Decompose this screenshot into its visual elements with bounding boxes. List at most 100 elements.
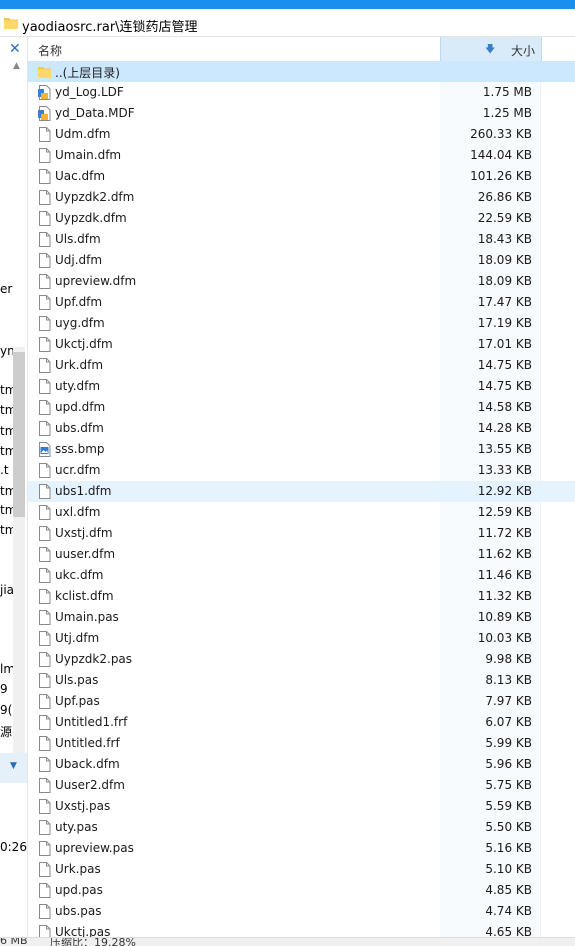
file-icon: [38, 127, 51, 142]
parent-directory-row[interactable]: ..(上层目录): [28, 61, 575, 82]
file-row[interactable]: Urk.dfm 14.75 KB: [28, 355, 575, 376]
file-name: Uuser2.dfm: [55, 778, 125, 792]
file-row[interactable]: ubs.dfm 14.28 KB: [28, 418, 575, 439]
file-icon: [38, 505, 51, 520]
close-icon[interactable]: ✕: [9, 41, 21, 57]
file-list[interactable]: ..(上层目录) yd_Log.LDF 1.75 MB yd_Data.MDF 1.25…: [28, 61, 575, 943]
file-row[interactable]: upreview.pas 5.16 KB: [28, 838, 575, 859]
file-row[interactable]: Udj.dfm 18.09 KB: [28, 250, 575, 271]
file-row[interactable]: yd_Log.LDF 1.75 MB: [28, 82, 575, 103]
file-name: sss.bmp: [55, 442, 105, 456]
file-row[interactable]: upreview.dfm 18.09 KB: [28, 271, 575, 292]
file-row[interactable]: Umain.dfm 144.04 KB: [28, 145, 575, 166]
file-row[interactable]: ucr.dfm 13.33 KB: [28, 460, 575, 481]
file-size: 5.99 KB: [485, 736, 532, 750]
file-icon: [38, 484, 51, 499]
file-size: 12.59 KB: [477, 505, 532, 519]
file-size: 13.33 KB: [477, 463, 532, 477]
file-size: 8.13 KB: [485, 673, 532, 687]
file-name: Uypzdk2.pas: [55, 652, 133, 666]
file-name: ubs.dfm: [55, 421, 104, 435]
file-name: Uls.dfm: [55, 232, 101, 246]
file-size: 144.04 KB: [470, 148, 532, 162]
column-size-header[interactable]: 🡇 大小: [440, 37, 542, 61]
file-name: upreview.dfm: [55, 274, 137, 288]
file-name: Uypzdk2.dfm: [55, 190, 135, 204]
file-row[interactable]: yd_Data.MDF 1.25 MB: [28, 103, 575, 124]
file-row[interactable]: upd.dfm 14.58 KB: [28, 397, 575, 418]
file-row[interactable]: sss.bmp 13.55 KB: [28, 439, 575, 460]
left-scrollbar-thumb[interactable]: [13, 352, 25, 517]
file-name: upd.dfm: [55, 400, 106, 414]
file-row[interactable]: Uac.dfm 101.26 KB: [28, 166, 575, 187]
file-icon: [38, 358, 51, 373]
file-icon: [38, 463, 51, 478]
file-row[interactable]: ubs1.dfm 12.92 KB: [28, 481, 575, 502]
file-row[interactable]: ubs.pas 4.74 KB: [28, 901, 575, 922]
file-size: 10.89 KB: [477, 610, 532, 624]
file-icon: [38, 274, 51, 289]
file-icon: [38, 589, 51, 604]
file-row[interactable]: Uypzdk2.pas 9.98 KB: [28, 649, 575, 670]
file-name: Uac.dfm: [55, 169, 106, 183]
file-row[interactable]: Untitled1.frf 6.07 KB: [28, 712, 575, 733]
file-row[interactable]: uty.pas 5.50 KB: [28, 817, 575, 838]
file-size: 4.85 KB: [485, 883, 532, 897]
file-icon: [38, 820, 51, 835]
file-size: 18.43 KB: [477, 232, 532, 246]
file-row[interactable]: Uls.pas 8.13 KB: [28, 670, 575, 691]
file-size: 4.74 KB: [485, 904, 532, 918]
file-row[interactable]: Untitled.frf 5.99 KB: [28, 733, 575, 754]
file-name: uyg.dfm: [55, 316, 105, 330]
file-size: 7.97 KB: [485, 694, 532, 708]
column-name-header[interactable]: 名称: [38, 42, 62, 59]
file-row[interactable]: uuser.dfm 11.62 KB: [28, 544, 575, 565]
file-name: uty.pas: [55, 820, 98, 834]
file-row[interactable]: kclist.dfm 11.32 KB: [28, 586, 575, 607]
file-icon: [38, 841, 51, 856]
file-icon: [38, 778, 51, 793]
file-icon: [38, 736, 51, 751]
file-size: 1.25 MB: [482, 106, 532, 120]
file-row[interactable]: ukc.dfm 11.46 KB: [28, 565, 575, 586]
file-row[interactable]: Uxstj.dfm 11.72 KB: [28, 523, 575, 544]
left-dropdown[interactable]: ▼: [0, 753, 27, 783]
file-name: Umain.dfm: [55, 148, 122, 162]
file-row[interactable]: uxl.dfm 12.59 KB: [28, 502, 575, 523]
file-name: Uback.dfm: [55, 757, 120, 771]
file-name: Urk.dfm: [55, 358, 104, 372]
file-size: 5.50 KB: [485, 820, 532, 834]
file-row[interactable]: Urk.pas 5.10 KB: [28, 859, 575, 880]
file-size: 26.86 KB: [477, 190, 532, 204]
file-row[interactable]: Udm.dfm 260.33 KB: [28, 124, 575, 145]
file-row[interactable]: Umain.pas 10.89 KB: [28, 607, 575, 628]
file-name: ubs1.dfm: [55, 484, 112, 498]
file-icon: [38, 211, 51, 226]
file-icon: [38, 316, 51, 331]
file-name: ukc.dfm: [55, 568, 104, 582]
file-row[interactable]: Ukctj.dfm 17.01 KB: [28, 334, 575, 355]
file-row[interactable]: Uuser2.dfm 5.75 KB: [28, 775, 575, 796]
file-row[interactable]: Utj.dfm 10.03 KB: [28, 628, 575, 649]
file-row[interactable]: Uback.dfm 5.96 KB: [28, 754, 575, 775]
file-name: yd_Data.MDF: [55, 106, 135, 120]
file-name: Untitled.frf: [55, 736, 120, 750]
file-name: ubs.pas: [55, 904, 102, 918]
file-row[interactable]: Uypzdk2.dfm 26.86 KB: [28, 187, 575, 208]
file-row[interactable]: uyg.dfm 17.19 KB: [28, 313, 575, 334]
file-row[interactable]: Uypzdk.dfm 22.59 KB: [28, 208, 575, 229]
file-row[interactable]: Upf.dfm 17.47 KB: [28, 292, 575, 313]
file-name: ucr.dfm: [55, 463, 101, 477]
chevron-down-icon[interactable]: ▼: [10, 761, 17, 771]
image-file-icon: [38, 442, 51, 457]
file-icon: [38, 421, 51, 436]
file-row[interactable]: uty.dfm 14.75 KB: [28, 376, 575, 397]
file-size: 5.75 KB: [485, 778, 532, 792]
file-size: 5.96 KB: [485, 757, 532, 771]
file-row[interactable]: upd.pas 4.85 KB: [28, 880, 575, 901]
chevron-up-icon[interactable]: ▲: [13, 61, 20, 71]
file-row[interactable]: Uxstj.pas 5.59 KB: [28, 796, 575, 817]
left-pane[interactable]: ✕ ▲ er yn tm tm tm tm .t tm tm tm jia lm 9 9(源 0:26 ▼: [0, 37, 28, 937]
file-row[interactable]: Uls.dfm 18.43 KB: [28, 229, 575, 250]
file-row[interactable]: Upf.pas 7.97 KB: [28, 691, 575, 712]
